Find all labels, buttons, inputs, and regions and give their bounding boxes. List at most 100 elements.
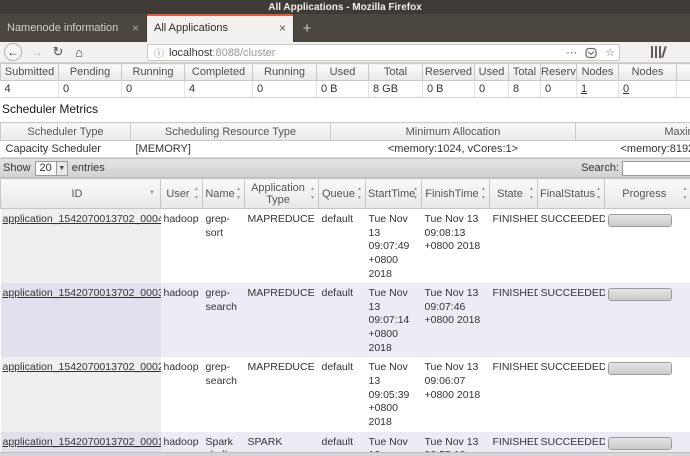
application-id-link[interactable]: application_1542070013702_0003 <box>3 287 161 299</box>
search-input[interactable] <box>622 160 690 176</box>
name-cell: grep-search <box>202 283 245 358</box>
memory-used-value: 0 B <box>316 80 369 98</box>
queue-cell: default <box>318 283 366 358</box>
col-scheduling-resource-type: Scheduling Resource Type <box>130 122 331 141</box>
search-label: Search: <box>581 162 619 174</box>
col-progress[interactable]: Progress <box>604 178 690 209</box>
user-cell: hadoop <box>160 357 203 432</box>
table-footer-edge <box>0 452 690 456</box>
col-vcores-reserved: Reserved <box>540 63 577 81</box>
apps-running-value: 0 <box>121 80 185 98</box>
tab-label: Namenode information <box>7 22 119 34</box>
progress-bar <box>607 214 672 227</box>
forward-icon[interactable]: → <box>29 43 45 61</box>
containers-running-value: 0 <box>252 80 317 98</box>
url-bar[interactable]: ⓘ localhost :8088/cluster ⋯ ☆ <box>147 44 620 61</box>
progress-bar <box>607 362 672 376</box>
progress-bar <box>607 436 672 450</box>
reload-icon[interactable]: ↻ <box>50 43 66 61</box>
site-info-icon[interactable]: ⓘ <box>148 45 169 60</box>
nodes-active-link[interactable]: 1 <box>581 83 587 95</box>
applications-header-row: ID User Name Application Type Queue Star… <box>0 178 690 209</box>
col-containers-running: Running <box>252 63 317 81</box>
navigation-toolbar: ← → ↻ ⌂ ⓘ localhost :8088/cluster ⋯ ☆ <box>0 42 690 63</box>
col-user[interactable]: User <box>160 178 203 209</box>
home-icon[interactable]: ⌂ <box>71 43 87 61</box>
type-cell: MAPREDUCE <box>244 357 319 432</box>
close-icon[interactable]: × <box>273 21 286 35</box>
memory-total-value: 8 GB <box>368 80 423 98</box>
window-titlebar[interactable]: All Applications - Mozilla Firefox <box>0 0 690 14</box>
entries-selected-value: 20 <box>39 162 52 174</box>
scheduler-values-row: Capacity Scheduler [MEMORY] <memory:1024… <box>0 140 690 158</box>
col-finalstatus[interactable]: FinalStatus <box>537 178 605 209</box>
user-cell: hadoop <box>160 208 203 284</box>
col-nodes-decommissioned: Nodes <box>618 63 677 81</box>
scheduling-resource-type-value: [MEMORY] <box>130 140 331 158</box>
table-controls-toolbar: Show 20 ▼ entries Search: <box>0 158 690 178</box>
col-nodes-active: Nodes <box>576 63 619 81</box>
bookmark-star-icon[interactable]: ☆ <box>601 46 619 59</box>
vcores-reserved-value: 0 <box>540 80 577 98</box>
col-state[interactable]: State <box>489 178 538 209</box>
name-cell: grep-search <box>202 357 245 432</box>
col-application-type[interactable]: Application Type <box>244 178 319 209</box>
type-cell: MAPREDUCE <box>244 208 319 284</box>
col-minimum-allocation: Minimum Allocation <box>330 122 576 141</box>
vcores-total-value: 8 <box>508 80 541 98</box>
state-cell: FINISHED <box>489 283 538 358</box>
chevron-down-icon: ▼ <box>55 161 67 175</box>
col-queue[interactable]: Queue <box>318 178 366 209</box>
col-vcores-used: Used <box>474 63 509 81</box>
finalstatus-cell: SUCCEEDED <box>537 357 605 432</box>
nodes-decommissioned-link[interactable]: 0 <box>623 83 629 95</box>
url-host: localhost <box>169 46 213 59</box>
scheduler-metrics-heading: Scheduler Metrics <box>2 102 99 116</box>
finishtime-cell: Tue Nov 13 09:07:46 +0800 2018 <box>421 283 490 358</box>
col-apps-submitted: Submitted <box>0 63 59 81</box>
cluster-metrics-values-row: 4 0 0 4 0 0 B 8 GB 0 B 0 8 0 1 0 0 <box>0 80 690 98</box>
cluster-metrics-header-row: Submitted Pending Running Completed Runn… <box>0 63 690 81</box>
state-cell: FINISHED <box>489 208 538 284</box>
maximum-allocation-value: <memory:8192, v <box>575 140 690 158</box>
col-nodes-lost: Nodes <box>676 63 690 81</box>
memory-reserved-value: 0 B <box>422 80 475 98</box>
col-memory-used: Used <box>316 63 369 81</box>
application-id-link[interactable]: application_1542070013702_0002 <box>3 361 161 373</box>
new-tab-button[interactable]: + <box>294 14 320 42</box>
application-id-link[interactable]: application_1542070013702_0004 <box>3 213 161 225</box>
back-icon[interactable]: ← <box>4 43 22 61</box>
col-starttime[interactable]: StartTime <box>365 178 422 209</box>
finalstatus-cell: SUCCEEDED <box>537 208 605 284</box>
queue-cell: default <box>318 208 366 284</box>
window-title: All Applications - Mozilla Firefox <box>268 1 422 13</box>
tab-namenode-information[interactable]: Namenode information × <box>0 14 147 42</box>
entries-per-page-select[interactable]: 20 ▼ <box>34 160 68 176</box>
col-name[interactable]: Name <box>202 178 245 209</box>
starttime-cell: Tue Nov 13 09:07:14 +0800 2018 <box>365 283 422 358</box>
apps-pending-value: 0 <box>58 80 122 98</box>
page-actions-icon[interactable]: ⋯ <box>562 46 581 59</box>
table-row: application_1542070013702_0004 hadoop gr… <box>0 208 690 284</box>
table-row: application_1542070013702_0003 hadoop gr… <box>0 283 690 358</box>
queue-cell: default <box>318 357 366 432</box>
apps-completed-value: 4 <box>184 80 253 98</box>
col-finishtime[interactable]: FinishTime <box>421 178 490 209</box>
cluster-metrics-table: Submitted Pending Running Completed Runn… <box>0 63 690 98</box>
name-cell: grep-sort <box>202 208 245 284</box>
application-id-link[interactable]: application_1542070013702_0001 <box>3 436 161 448</box>
finishtime-cell: Tue Nov 13 09:06:07 +0800 2018 <box>421 357 490 432</box>
close-icon[interactable]: × <box>126 21 139 35</box>
pocket-icon[interactable] <box>581 47 601 59</box>
apps-submitted-value: 4 <box>0 80 59 98</box>
entries-label: entries <box>71 162 105 174</box>
finalstatus-cell: SUCCEEDED <box>537 283 605 358</box>
col-memory-reserved: Reserved <box>422 63 475 81</box>
col-apps-running: Running <box>121 63 185 81</box>
tab-all-applications[interactable]: All Applications × <box>147 14 294 42</box>
tab-bar: Namenode information × All Applications … <box>0 14 690 42</box>
library-icon[interactable] <box>651 45 667 59</box>
type-cell: MAPREDUCE <box>244 283 319 358</box>
col-id[interactable]: ID <box>0 178 161 209</box>
col-scheduler-type: Scheduler Type <box>0 122 131 141</box>
